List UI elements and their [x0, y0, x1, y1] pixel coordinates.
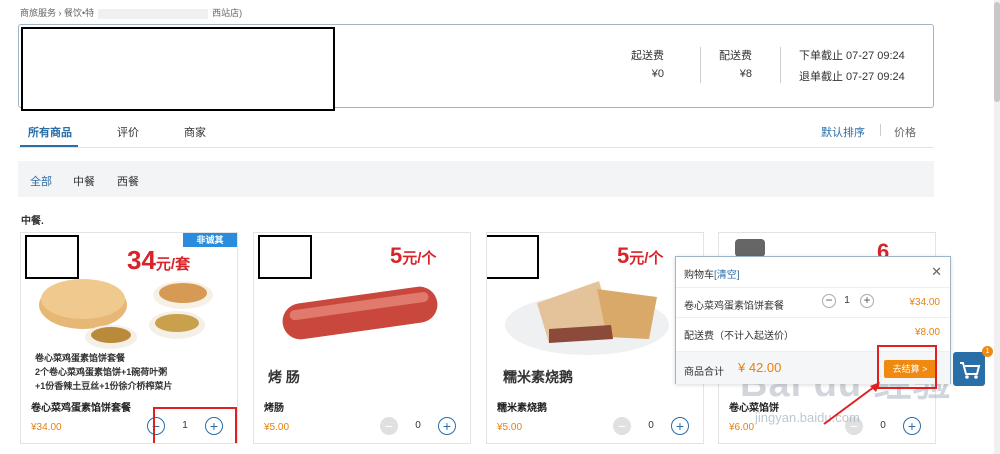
min-order-fee: 起送费 ¥0 [631, 50, 664, 80]
tab-all-products[interactable]: 所有商品 [28, 124, 72, 140]
breadcrumb-path[interactable]: 商旅服务 › 餐饮•特 [20, 8, 94, 18]
total-amount: ¥ 42.00 [738, 360, 782, 375]
filter-chinese[interactable]: 中餐 [73, 173, 95, 189]
annotation-highlight [877, 345, 937, 389]
quantity-value: 0 [648, 420, 654, 431]
divider [880, 124, 881, 136]
redacted-image-region [25, 235, 79, 279]
product-price: ¥5.00 [264, 422, 290, 433]
delivery-label: 配送费（不计入起送价） [684, 331, 794, 342]
increase-button[interactable]: + [860, 294, 874, 308]
clear-cart-link[interactable]: [清空] [714, 270, 740, 281]
product-name: 糯米素烧鹅 [497, 403, 547, 414]
cart-icon[interactable] [953, 352, 985, 386]
scrollbar-thumb[interactable] [994, 2, 1000, 102]
filter-all[interactable]: 全部 [30, 173, 52, 189]
annotation-highlight [153, 407, 237, 443]
breadcrumb: 商旅服务 › 餐饮•特 西站店) [20, 6, 242, 19]
divider [780, 47, 781, 83]
increase-button[interactable]: + [671, 417, 689, 435]
decrease-button[interactable]: − [613, 417, 631, 435]
scrollbar[interactable] [994, 0, 1000, 454]
shop-info-panel: 起送费 ¥0 配送费 ¥8 下单截止 07-27 09:24 退单截止 07-2… [18, 24, 934, 111]
product-card[interactable]: 5元/个 糯米素烧鹅 糯米素烧鹅 ¥5.00 − 0 + [486, 232, 704, 444]
quantity-value: 1 [844, 295, 850, 306]
divider [700, 47, 701, 83]
product-description: 卷心菜鸡蛋素馅饼套餐 2个卷心菜鸡蛋素馅饼+1碗荷叶粥 +1份香辣土豆丝+1份徐… [35, 353, 173, 391]
decrease-button[interactable]: − [822, 294, 836, 308]
redacted-image-region [487, 235, 539, 279]
cart-item-name: 卷心菜鸡蛋素馅饼套餐 [684, 301, 784, 312]
breadcrumb-shop: 西站店) [212, 8, 243, 18]
product-price: ¥34.00 [31, 422, 62, 433]
tab-bar: 所有商品 评价 商家 默认排序 价格 [18, 118, 934, 148]
delivery-fee: 配送费 ¥8 [719, 50, 752, 80]
promo-price: 5元/个 [617, 243, 664, 268]
increase-button[interactable]: + [903, 417, 921, 435]
category-filter-bar: 全部 中餐 西餐 [18, 161, 934, 197]
product-card[interactable]: 5元/个 烤 肠 烤肠 ¥5.00 − 0 + [253, 232, 471, 444]
breadcrumb-blurred [98, 8, 209, 19]
product-name: 卷心菜鸡蛋素馅饼套餐 [31, 403, 131, 414]
redacted-shop-name [21, 27, 335, 111]
total-label: 商品合计 [684, 367, 724, 378]
cart-delivery-row: 配送费（不计入起送价） ¥8.00 [676, 317, 950, 347]
product-name: 烤肠 [264, 403, 284, 414]
product-card[interactable]: 非诚其 34元/套 卷心菜鸡蛋素馅饼套餐 2个卷心菜鸡蛋素馅饼+1碗荷叶粥 +1… [20, 232, 238, 444]
sort-price[interactable]: 价格 [894, 124, 916, 140]
redacted-image-region [258, 235, 312, 279]
product-price: ¥6.00 [729, 422, 755, 433]
decrease-button[interactable]: − [380, 417, 398, 435]
tab-merchant[interactable]: 商家 [184, 124, 206, 140]
close-icon[interactable]: ✕ [931, 264, 942, 280]
delivery-price: ¥8.00 [914, 327, 940, 338]
cart-item-price: ¥34.00 [909, 297, 940, 308]
quantity-value: 0 [415, 420, 421, 431]
image-caption: 糯米素烧鹅 [503, 369, 573, 385]
cart-item-stepper: − 1 + [822, 294, 874, 310]
product-badge: 非诚其 [183, 233, 237, 247]
cart-count-badge: 1 [982, 346, 993, 357]
image-caption: 烤 肠 [268, 369, 300, 385]
quantity-stepper: − 0 + [380, 417, 456, 437]
tab-reviews[interactable]: 评价 [117, 124, 139, 140]
cart-title: 购物车[清空] [684, 270, 740, 281]
filter-western[interactable]: 西餐 [117, 173, 139, 189]
quantity-stepper: − 0 + [613, 417, 689, 437]
annotation-arrow [823, 382, 880, 425]
promo-price: 34元/套 [127, 245, 191, 275]
promo-price: 5元/个 [390, 243, 437, 268]
cart-item: 卷心菜鸡蛋素馅饼套餐 − 1 + ¥34.00 [676, 287, 950, 317]
section-title: 中餐. [21, 216, 44, 227]
active-tab-indicator [20, 145, 78, 147]
product-price: ¥5.00 [497, 422, 523, 433]
increase-button[interactable]: + [438, 417, 456, 435]
deadlines: 下单截止 07-27 09:24 退单截止 07-27 09:24 [799, 50, 905, 83]
sort-default[interactable]: 默认排序 [821, 124, 865, 140]
